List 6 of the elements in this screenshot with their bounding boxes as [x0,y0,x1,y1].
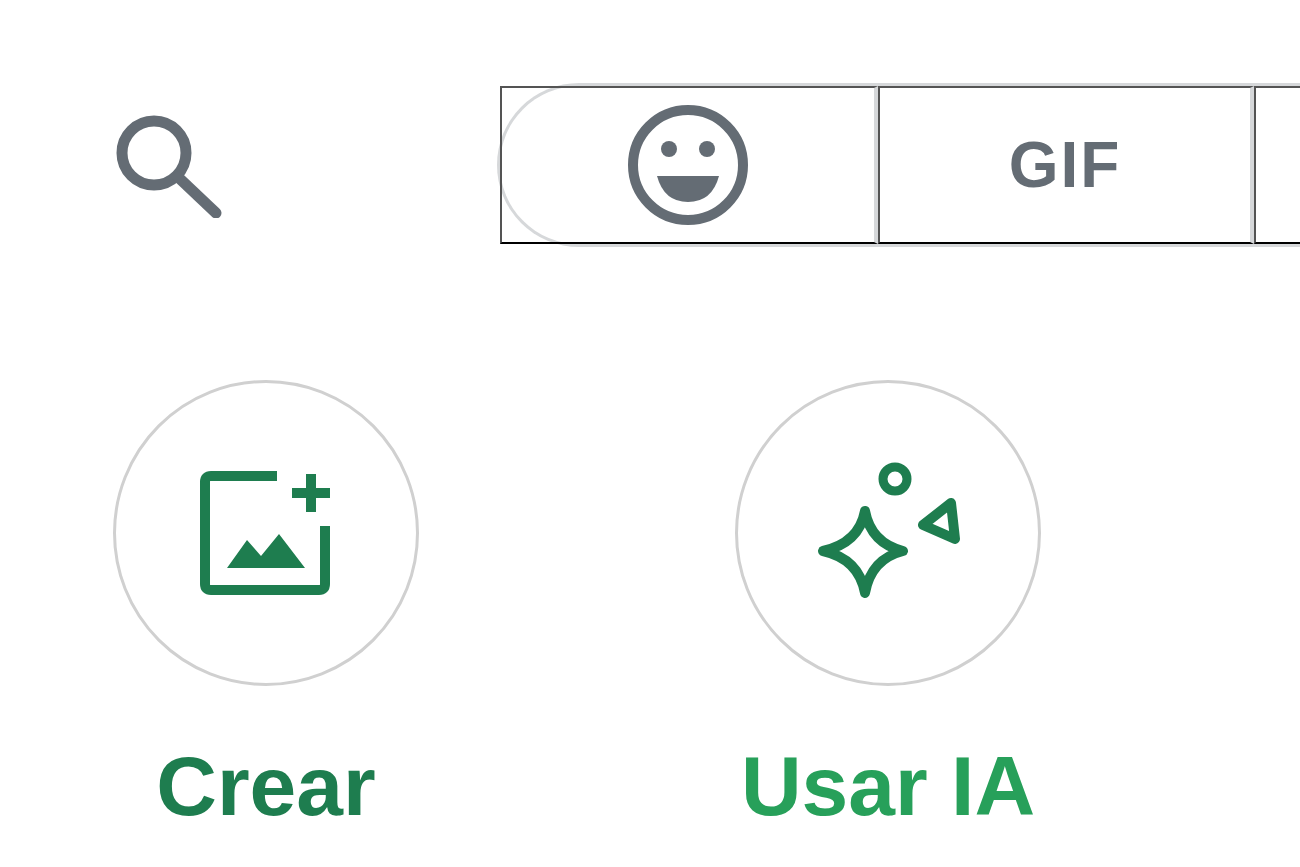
action-label: Crear [156,744,376,828]
emoji-tab[interactable] [500,86,878,244]
gif-tab[interactable]: GIF [878,86,1254,244]
add-image-icon [199,468,333,598]
action-label: Usar IA [740,744,1036,828]
smiley-icon [627,104,749,226]
